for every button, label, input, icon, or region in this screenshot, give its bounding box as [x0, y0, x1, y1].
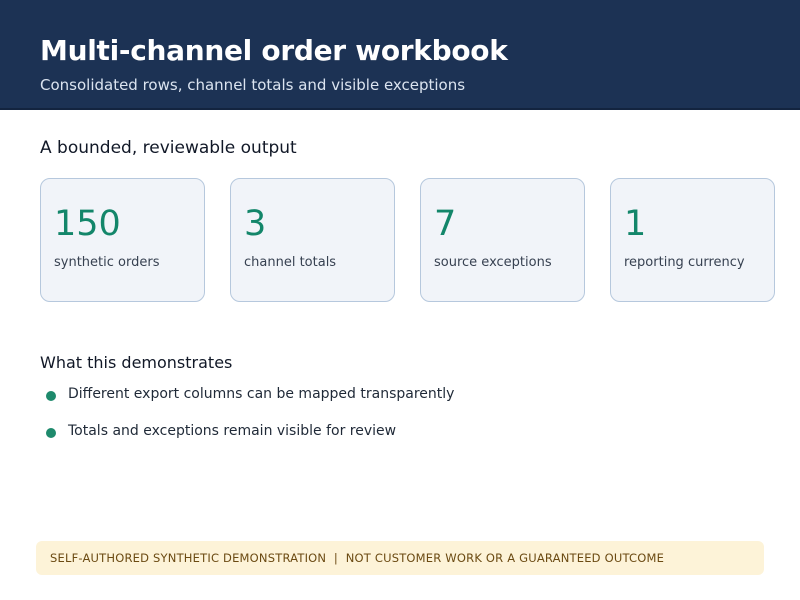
page-header: Multi-channel order workbook Consolidate… — [0, 0, 800, 110]
stat-value: 150 — [54, 204, 121, 244]
stat-value: 7 — [434, 204, 457, 244]
page-title: Multi-channel order workbook — [40, 34, 508, 67]
summary-title: A bounded, reviewable output — [40, 138, 297, 158]
stat-card-exceptions: 7 source exceptions — [420, 178, 585, 302]
stat-value: 3 — [244, 204, 267, 244]
list-item-text: Totals and exceptions remain visible for… — [68, 423, 397, 439]
stat-value: 1 — [624, 204, 647, 244]
demonstrates-title: What this demonstrates — [40, 353, 233, 372]
list-item: Totals and exceptions remain visible for… — [46, 421, 454, 441]
stat-card-orders: 150 synthetic orders — [40, 178, 205, 302]
stat-card-channels: 3 channel totals — [230, 178, 395, 302]
stat-label: source exceptions — [434, 255, 552, 270]
summary-cards: 150 synthetic orders 3 channel totals 7 … — [40, 178, 776, 302]
bullet-dot-icon — [46, 391, 56, 401]
disclaimer-text: SELF-AUTHORED SYNTHETIC DEMONSTRATION | … — [50, 551, 665, 565]
list-item: Different export columns can be mapped t… — [46, 384, 454, 404]
list-item-text: Different export columns can be mapped t… — [68, 386, 455, 402]
demonstrates-list: Different export columns can be mapped t… — [46, 384, 454, 458]
page-subtitle: Consolidated rows, channel totals and vi… — [40, 76, 466, 94]
stat-label: channel totals — [244, 255, 337, 270]
stat-label: reporting currency — [624, 255, 745, 270]
bullet-dot-icon — [46, 428, 56, 438]
stat-label: synthetic orders — [54, 255, 160, 270]
disclaimer-banner: SELF-AUTHORED SYNTHETIC DEMONSTRATION | … — [36, 541, 764, 575]
stat-card-currency: 1 reporting currency — [610, 178, 775, 302]
